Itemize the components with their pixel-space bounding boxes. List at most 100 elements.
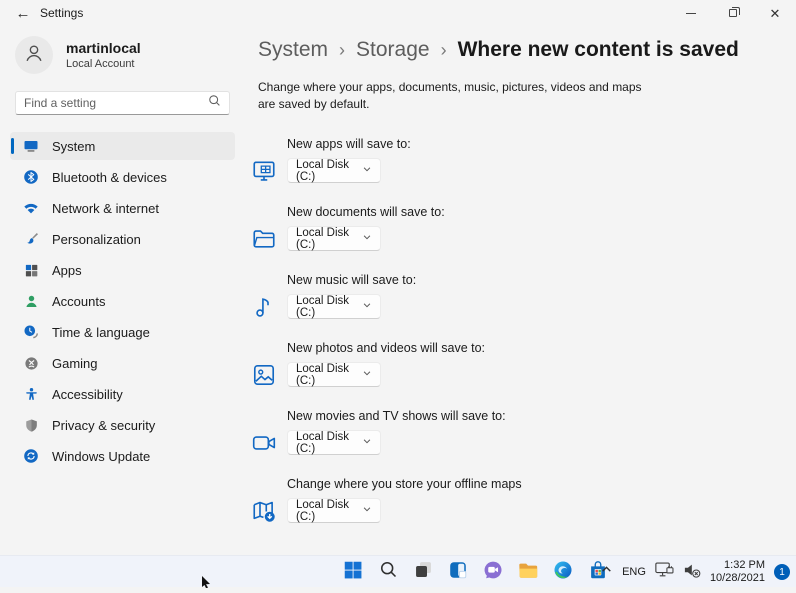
taskbar: ENG 1:32 PM 10/28/2021 1 [0, 555, 796, 587]
section-label: New photos and videos will save to: [287, 341, 795, 355]
task-view-icon [413, 559, 434, 585]
back-button[interactable]: ← [10, 1, 36, 25]
tray-overflow-button[interactable] [600, 563, 613, 581]
breadcrumb-separator-icon: › [441, 40, 447, 61]
sidebar-item-label: Apps [52, 263, 82, 278]
restore-icon [729, 9, 737, 17]
new-photos-videos-location-dropdown[interactable]: Local Disk (C:) [287, 362, 381, 387]
sidebar-item-bluetooth-devices[interactable]: Bluetooth & devices [10, 163, 235, 191]
main-content: System › Storage › Where new content is … [250, 28, 795, 545]
search-box[interactable] [15, 91, 230, 115]
account-card[interactable]: martinlocal Local Account [0, 30, 245, 74]
clock[interactable]: 1:32 PM 10/28/2021 [710, 559, 765, 585]
sidebar-item-network-internet[interactable]: Network & internet [10, 194, 235, 222]
new-apps-location-dropdown[interactable]: Local Disk (C:) [287, 158, 381, 183]
sidebar-item-label: Windows Update [52, 449, 150, 464]
dropdown-value: Local Disk (C:) [296, 499, 362, 523]
wifi-icon [23, 200, 39, 216]
search-icon [208, 94, 221, 112]
file-explorer-button[interactable] [516, 560, 540, 584]
account-type: Local Account [66, 58, 141, 70]
search-input[interactable] [24, 96, 208, 110]
breadcrumb-separator-icon: › [339, 40, 345, 61]
apps-monitor-icon [250, 158, 278, 184]
dropdown-value: Local Disk (C:) [296, 159, 362, 183]
account-info: martinlocal Local Account [66, 40, 141, 70]
offline-maps-location-dropdown[interactable]: Local Disk (C:) [287, 498, 381, 523]
breadcrumb-storage[interactable]: Storage [356, 38, 430, 62]
shield-icon [23, 417, 39, 433]
minimize-button[interactable] [670, 0, 712, 26]
sidebar-item-windows-update[interactable]: Windows Update [10, 442, 235, 470]
sync-icon [23, 448, 39, 464]
window-controls: ✕ [670, 0, 796, 26]
avatar [15, 36, 53, 74]
close-icon: ✕ [770, 7, 781, 20]
section-label: New documents will save to: [287, 205, 795, 219]
notification-badge[interactable]: 1 [774, 564, 790, 580]
restore-button[interactable] [712, 0, 754, 26]
widgets-button[interactable] [446, 560, 470, 584]
mouse-cursor [201, 575, 211, 593]
person-avatar-icon [23, 42, 45, 69]
dropdown-value: Local Disk (C:) [296, 363, 362, 387]
page-title: Where new content is saved [458, 38, 739, 62]
chevron-down-icon [362, 368, 372, 381]
new-movies-tv-location-dropdown[interactable]: Local Disk (C:) [287, 430, 381, 455]
back-arrow-icon: ← [16, 5, 31, 22]
folder-icon [250, 226, 278, 252]
start-button[interactable] [341, 560, 365, 584]
clock-icon [23, 324, 39, 340]
network-tray-button[interactable] [655, 561, 674, 583]
chevron-down-icon [362, 164, 372, 177]
breadcrumb-system[interactable]: System [258, 38, 328, 62]
minimize-icon [686, 13, 696, 14]
account-name: martinlocal [66, 40, 141, 56]
chat-button[interactable] [481, 560, 505, 584]
new-documents-location-dropdown[interactable]: Local Disk (C:) [287, 226, 381, 251]
sidebar-item-gaming[interactable]: Gaming [10, 349, 235, 377]
sidebar-item-label: Network & internet [52, 201, 159, 216]
section-new-photos-videos: New photos and videos will save to: Loca… [250, 341, 795, 388]
accounts-person-icon [23, 293, 39, 309]
accessibility-person-icon [23, 386, 39, 402]
sidebar-item-privacy-security[interactable]: Privacy & security [10, 411, 235, 439]
close-button[interactable]: ✕ [754, 0, 796, 26]
taskbar-tray: ENG 1:32 PM 10/28/2021 1 [600, 556, 790, 588]
taskbar-icons [341, 556, 610, 588]
dropdown-value: Local Disk (C:) [296, 295, 362, 319]
volume-tray-button[interactable] [683, 562, 701, 583]
chevron-down-icon [362, 504, 372, 517]
sidebar-item-apps[interactable]: Apps [10, 256, 235, 284]
sidebar-item-label: Accessibility [52, 387, 123, 402]
taskbar-search-button[interactable] [376, 560, 400, 584]
apps-grid-icon [23, 262, 39, 278]
sidebar-item-accessibility[interactable]: Accessibility [10, 380, 235, 408]
sidebar-item-label: Time & language [52, 325, 150, 340]
network-icon [655, 561, 674, 583]
edge-button[interactable] [551, 560, 575, 584]
sidebar-item-system[interactable]: System [10, 132, 235, 160]
sidebar-item-personalization[interactable]: Personalization [10, 225, 235, 253]
video-camera-icon [250, 430, 278, 456]
chevron-down-icon [362, 436, 372, 449]
section-label: New apps will save to: [287, 137, 795, 151]
offline-maps-icon [250, 498, 278, 524]
sidebar-item-label: System [52, 139, 95, 154]
language-indicator[interactable]: ENG [622, 566, 646, 578]
task-view-button[interactable] [411, 560, 435, 584]
new-music-location-dropdown[interactable]: Local Disk (C:) [287, 294, 381, 319]
file-explorer-icon [517, 559, 539, 586]
chat-icon [482, 559, 504, 586]
chevron-down-icon [362, 232, 372, 245]
dropdown-value: Local Disk (C:) [296, 227, 362, 251]
section-new-music: New music will save to: Local Disk (C:) [250, 273, 795, 320]
paintbrush-icon [23, 231, 39, 247]
window-title: Settings [40, 6, 83, 20]
volume-muted-icon [683, 562, 701, 583]
sidebar-item-label: Bluetooth & devices [52, 170, 167, 185]
sidebar-item-accounts[interactable]: Accounts [10, 287, 235, 315]
sidebar-item-label: Privacy & security [52, 418, 155, 433]
sidebar-item-time-language[interactable]: Time & language [10, 318, 235, 346]
bluetooth-icon [23, 169, 39, 185]
